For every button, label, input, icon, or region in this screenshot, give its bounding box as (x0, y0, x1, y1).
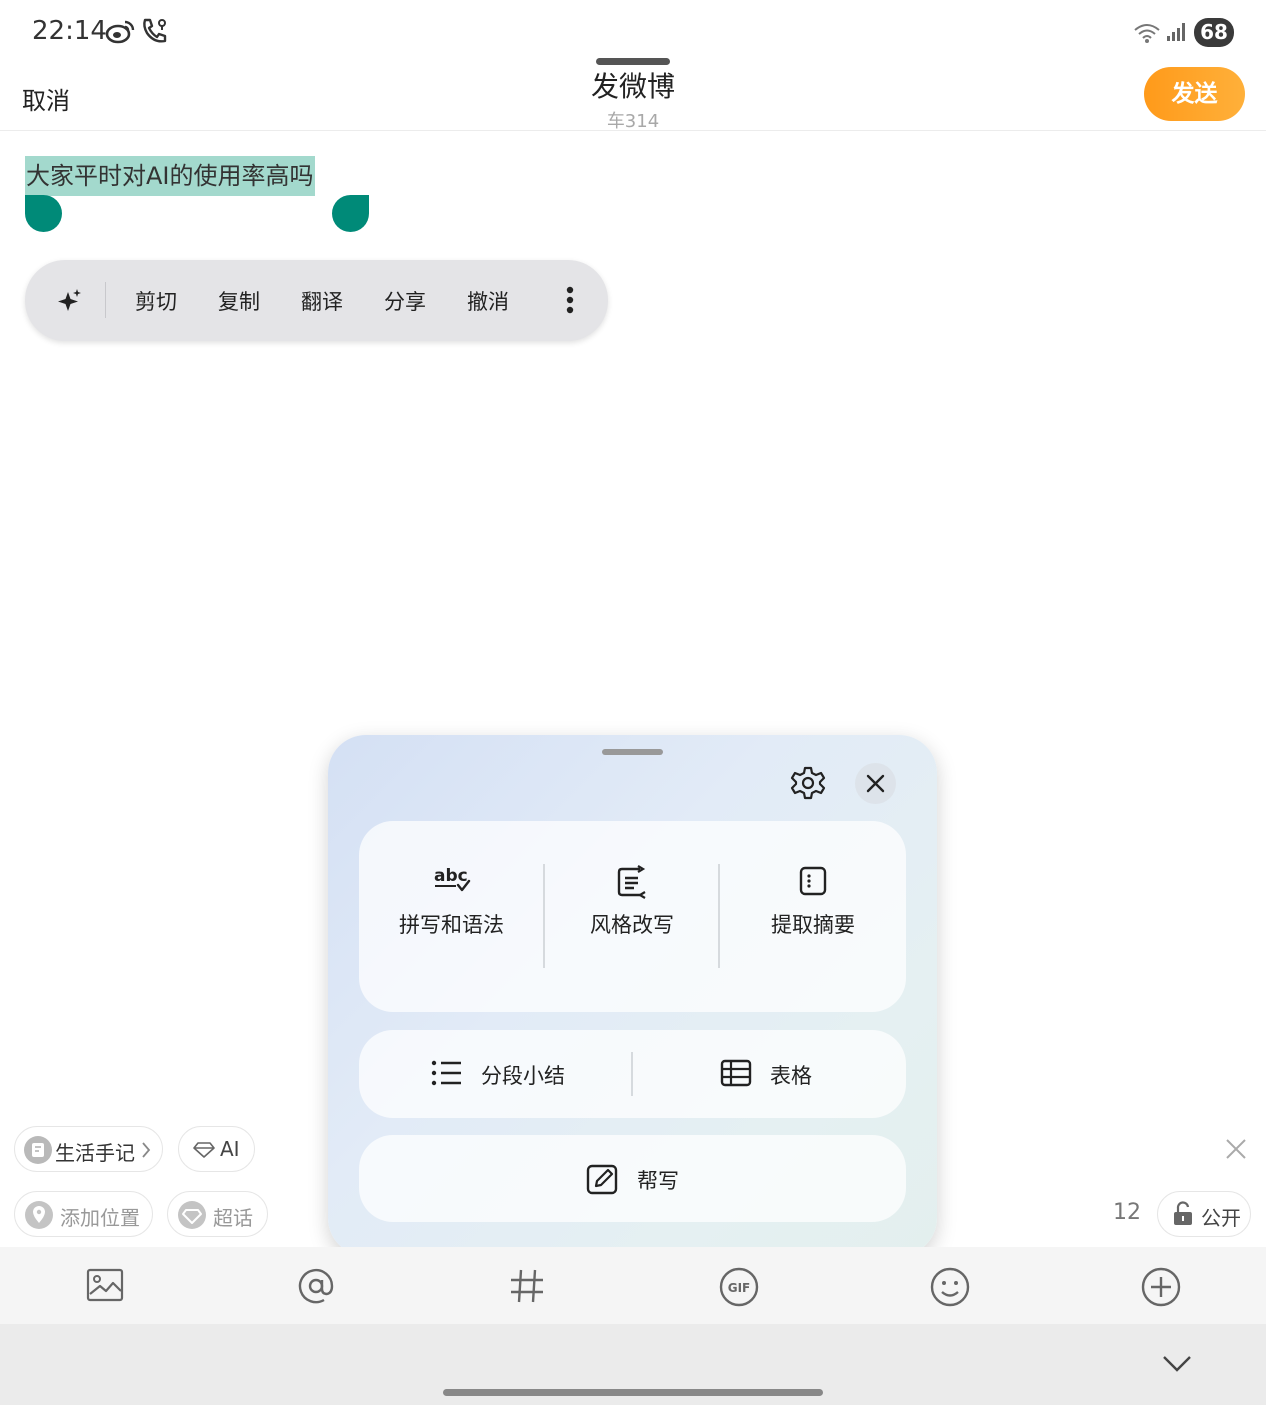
super-topic-chip[interactable]: 超话 (167, 1191, 268, 1237)
share-menu-item[interactable]: 分享 (384, 286, 426, 316)
battery-indicator: 68 (1194, 18, 1234, 47)
chevron-down-icon[interactable] (1162, 1354, 1192, 1374)
life-notes-chip[interactable]: 生活手记 (14, 1126, 163, 1172)
menu-divider (105, 282, 106, 318)
ai-format-card: 分段小结 表格 (359, 1030, 906, 1118)
spelling-grammar-button[interactable]: abc 拼写和语法 (359, 821, 544, 1012)
more-vertical-icon[interactable] (565, 286, 575, 314)
emoji-icon[interactable] (930, 1267, 970, 1307)
add-location-label: 添加位置 (60, 1206, 140, 1230)
summary-icon (798, 865, 828, 897)
visibility-chip[interactable]: 公开 (1157, 1191, 1251, 1237)
section-summary-button[interactable]: 分段小结 (359, 1030, 631, 1118)
table-button[interactable]: 表格 (633, 1030, 906, 1118)
weibo-icon (105, 18, 135, 44)
translate-menu-item[interactable]: 翻译 (301, 286, 343, 316)
undo-menu-item[interactable]: 撤消 (467, 286, 509, 316)
panel-drag-handle[interactable] (602, 749, 663, 755)
spelling-grammar-label: 拼写和语法 (399, 913, 504, 937)
drag-grip[interactable] (596, 58, 670, 65)
unlock-icon (1172, 1201, 1194, 1227)
table-icon (720, 1058, 752, 1088)
super-topic-icon (177, 1200, 207, 1230)
clock: 22:14 (32, 16, 107, 46)
mention-icon[interactable] (297, 1267, 335, 1305)
spell-check-icon: abc (432, 865, 472, 895)
page-title: 发微博 (590, 70, 675, 103)
svg-text:GIF: GIF (728, 1281, 751, 1295)
account-name: 车314 (606, 111, 660, 132)
extract-summary-label: 提取摘要 (771, 913, 855, 937)
diamond-icon (193, 1142, 215, 1158)
svg-text:abc: abc (434, 866, 468, 886)
close-icon[interactable] (1225, 1138, 1247, 1160)
visibility-label: 公开 (1201, 1206, 1241, 1230)
ai-tools-card: abc 拼写和语法 风格改写 提取摘要 (359, 821, 906, 1012)
rewrite-icon (616, 865, 648, 899)
table-label: 表格 (770, 1064, 812, 1088)
add-location-chip[interactable]: 添加位置 (14, 1191, 153, 1237)
ai-writing-panel: abc 拼写和语法 风格改写 提取摘要 分段小结 表格 帮写 (328, 735, 937, 1256)
keyboard-area (0, 1324, 1266, 1405)
signal-icon (1166, 22, 1188, 42)
list-icon (431, 1058, 463, 1088)
post-text-selection[interactable]: 大家平时对AI的使用率高吗 (25, 156, 315, 196)
style-rewrite-button[interactable]: 风格改写 (545, 821, 719, 1012)
close-panel-button[interactable] (855, 763, 896, 804)
phone-call-icon (140, 17, 170, 45)
selection-handle-start[interactable] (25, 195, 62, 232)
gear-icon[interactable] (790, 765, 826, 801)
super-topic-label: 超话 (213, 1206, 253, 1230)
status-bar: 22:14 68 (0, 0, 1266, 62)
ai-chip-label: AI (220, 1137, 240, 1161)
character-count: 12 (1113, 1200, 1141, 1225)
wifi-icon (1133, 22, 1161, 44)
cut-menu-item[interactable]: 剪切 (135, 286, 177, 316)
help-write-button[interactable]: 帮写 (359, 1135, 906, 1222)
section-summary-label: 分段小结 (481, 1064, 565, 1088)
life-notes-label: 生活手记 (55, 1141, 135, 1165)
ai-sparkle-icon[interactable] (57, 288, 83, 314)
image-icon[interactable] (86, 1267, 124, 1303)
notebook-icon (23, 1135, 53, 1165)
plus-icon[interactable] (1141, 1267, 1181, 1307)
style-rewrite-label: 风格改写 (590, 913, 674, 937)
edit-pencil-icon (586, 1163, 620, 1195)
selection-handle-end[interactable] (332, 195, 369, 232)
text-selection-menu: 剪切 复制 翻译 分享 撤消 (25, 260, 608, 341)
close-icon (866, 774, 885, 793)
hashtag-icon[interactable] (508, 1267, 546, 1305)
ai-chip[interactable]: AI (178, 1126, 255, 1172)
compose-header: 取消 发微博 车314 发送 (0, 55, 1266, 132)
extract-summary-button[interactable]: 提取摘要 (720, 821, 906, 1012)
help-write-label: 帮写 (637, 1169, 679, 1193)
home-indicator[interactable] (443, 1389, 823, 1396)
chevron-right-icon (141, 1141, 151, 1159)
send-button[interactable]: 发送 (1144, 67, 1245, 121)
compose-toolbar: GIF (0, 1247, 1266, 1324)
location-pin-icon (24, 1200, 54, 1230)
copy-menu-item[interactable]: 复制 (218, 286, 260, 316)
gif-icon[interactable]: GIF (719, 1267, 759, 1307)
